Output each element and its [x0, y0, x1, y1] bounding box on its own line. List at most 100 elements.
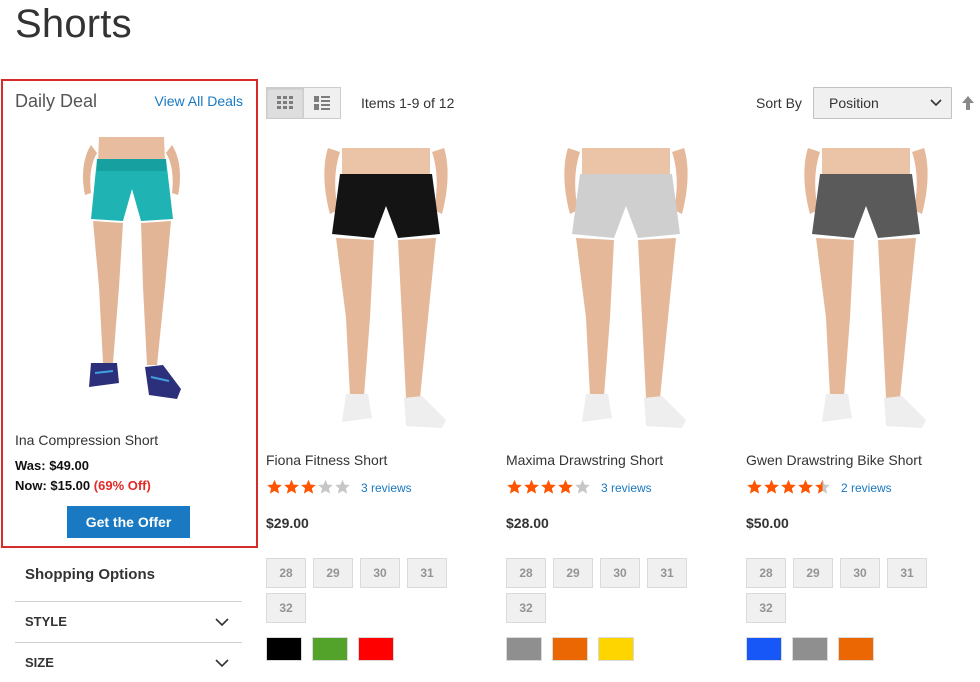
star-shape: [575, 479, 590, 494]
color-swatch[interactable]: [746, 637, 782, 661]
grid-icon: [277, 96, 293, 109]
star-icon: [524, 479, 539, 494]
get-offer-button[interactable]: Get the Offer: [67, 506, 190, 538]
reviews-link[interactable]: 2 reviews: [841, 481, 892, 495]
star-icon: [575, 479, 590, 494]
size-swatch[interactable]: 30: [600, 558, 640, 588]
color-swatch[interactable]: [598, 637, 634, 661]
daily-deal-now-price: Now: $15.00 (69% Off): [15, 478, 151, 493]
color-swatch[interactable]: [792, 637, 828, 661]
filter-size-label: SIZE: [25, 655, 54, 670]
product-image-shape: [336, 238, 374, 396]
star-icon: [284, 479, 299, 494]
star-shape: [747, 479, 762, 494]
color-swatch[interactable]: [358, 637, 394, 661]
product-image-shape: [812, 174, 920, 238]
size-swatch[interactable]: 31: [407, 558, 447, 588]
product-name-link[interactable]: Gwen Drawstring Bike Short: [746, 452, 922, 468]
color-swatch[interactable]: [266, 637, 302, 661]
size-swatch[interactable]: 31: [647, 558, 687, 588]
star-icon: [781, 479, 796, 494]
size-swatch[interactable]: 28: [506, 558, 546, 588]
product-image-shape: [342, 148, 430, 176]
page-title: Shorts: [15, 2, 132, 46]
star-icon: [335, 479, 350, 494]
star-shape: [318, 479, 333, 494]
star-shape: [284, 479, 299, 494]
size-swatch[interactable]: 29: [793, 558, 833, 588]
size-swatch[interactable]: 30: [840, 558, 880, 588]
arrow-up-icon[interactable]: [961, 95, 975, 111]
star-icon: [764, 479, 779, 494]
reviews-link[interactable]: 3 reviews: [361, 481, 412, 495]
star-shape: [267, 479, 282, 494]
product-image-shape: [582, 394, 612, 422]
product-name-link[interactable]: Fiona Fitness Short: [266, 452, 387, 468]
color-swatch[interactable]: [838, 637, 874, 661]
daily-deal-was-price: Was: $49.00: [15, 458, 89, 473]
size-swatch[interactable]: 32: [506, 593, 546, 623]
product-card: Fiona Fitness Short 3 reviews $29.00 28 29 30…: [266, 148, 486, 668]
product-image-shape: [816, 238, 854, 396]
star-shape: [764, 479, 779, 494]
size-swatch[interactable]: 32: [266, 593, 306, 623]
product-image-shape: [878, 238, 916, 398]
star-shape: [558, 479, 573, 494]
star-icon: [541, 479, 556, 494]
view-all-deals-link[interactable]: View All Deals: [155, 93, 243, 109]
product-image-shape: [404, 396, 446, 428]
product-image-shape: [332, 174, 440, 238]
star-shape: [507, 479, 522, 494]
daily-deal-product-name[interactable]: Ina Compression Short: [15, 432, 158, 448]
color-swatch[interactable]: [506, 637, 542, 661]
daily-deal-product-image[interactable]: [69, 137, 194, 417]
product-image-shape: [582, 148, 670, 176]
product-image-shape: [822, 148, 910, 176]
daily-deal-widget: Daily Deal View All Deals Ina Compressio…: [1, 79, 258, 548]
star-shape: [815, 479, 830, 494]
size-swatch[interactable]: 32: [746, 593, 786, 623]
product-image-shape: [638, 238, 676, 398]
product-price: $29.00: [266, 515, 309, 531]
size-swatch[interactable]: 29: [313, 558, 353, 588]
product-card: Maxima Drawstring Short 3 reviews $28.00 28…: [506, 148, 726, 668]
color-swatch[interactable]: [312, 637, 348, 661]
product-image[interactable]: [306, 148, 466, 436]
filter-style-label: STYLE: [25, 614, 67, 629]
product-card: Gwen Drawstring Bike Short 2 reviews $50.0…: [746, 148, 966, 668]
star-shape: [524, 479, 539, 494]
size-swatch[interactable]: 29: [553, 558, 593, 588]
product-image-shape: [822, 394, 852, 422]
size-swatch[interactable]: 28: [266, 558, 306, 588]
list-icon: [314, 96, 330, 110]
product-image-shape: [342, 394, 372, 422]
view-mode-list-button[interactable]: [303, 87, 341, 119]
product-image[interactable]: [546, 148, 706, 436]
star-icon: [267, 479, 282, 494]
star-shape: [798, 479, 813, 494]
daily-deal-now-text: Now: $15.00: [15, 478, 91, 493]
product-image-shape: [884, 396, 926, 428]
star-icon: [507, 479, 522, 494]
product-image-shape: [398, 238, 436, 398]
star-icon: [815, 479, 830, 494]
star-icon: [747, 479, 762, 494]
product-image[interactable]: [786, 148, 946, 436]
size-swatch[interactable]: 31: [887, 558, 927, 588]
toolbar-item-count: Items 1-9 of 12: [361, 95, 455, 111]
star-shape: [781, 479, 796, 494]
star-icon: [798, 479, 813, 494]
size-swatch[interactable]: 30: [360, 558, 400, 588]
star-shape: [335, 479, 350, 494]
product-price: $28.00: [506, 515, 549, 531]
view-mode-grid-button[interactable]: [266, 87, 304, 119]
filter-size[interactable]: SIZE: [15, 642, 242, 682]
reviews-link[interactable]: 3 reviews: [601, 481, 652, 495]
product-name-link[interactable]: Maxima Drawstring Short: [506, 452, 663, 468]
size-swatch[interactable]: 28: [746, 558, 786, 588]
sort-by-select[interactable]: Position: [813, 87, 952, 119]
color-swatch[interactable]: [552, 637, 588, 661]
chevron-down-icon: [215, 659, 229, 668]
product-rating: 3 reviews: [266, 479, 506, 497]
filter-style[interactable]: STYLE: [15, 601, 242, 641]
